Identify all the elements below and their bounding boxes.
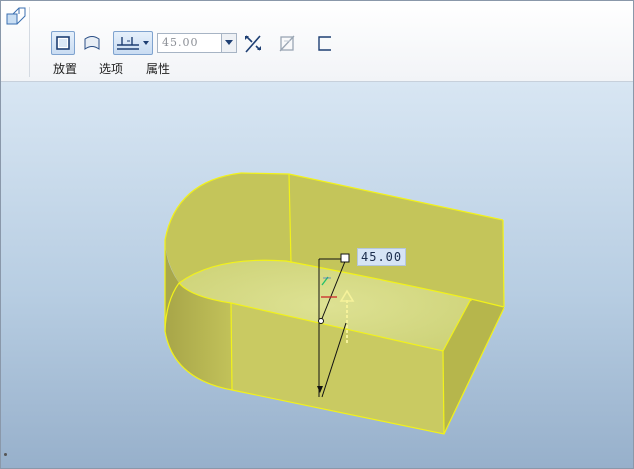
feature-dashboard: 45.00 放置 选项 属性: [1, 1, 633, 82]
tab-placement[interactable]: 放置: [53, 61, 77, 77]
model-canvas[interactable]: [1, 82, 633, 468]
angle-dropdown-button[interactable]: [221, 34, 236, 52]
remove-material-button[interactable]: [277, 31, 297, 55]
flip-direction-button[interactable]: [243, 31, 263, 55]
tab-options[interactable]: 选项: [99, 61, 123, 77]
angle-value[interactable]: 45.00: [158, 34, 221, 52]
dropdown-icon[interactable]: [142, 32, 150, 54]
status-indicator: [4, 453, 7, 456]
chevron-down-icon: [225, 40, 233, 45]
extruded-model[interactable]: [164, 172, 505, 435]
thicken-icon: [318, 36, 331, 51]
through-all-button[interactable]: [113, 31, 153, 55]
angle-dimension-label[interactable]: 45.00: [357, 248, 407, 266]
thicken-button[interactable]: [315, 31, 335, 55]
solid-button[interactable]: [51, 31, 75, 55]
graphics-viewport[interactable]: 45.00: [1, 82, 633, 468]
surface-button[interactable]: [81, 31, 103, 55]
surface-icon: [84, 36, 100, 50]
remove-material-icon: [279, 35, 295, 52]
feature-icon: [6, 7, 26, 25]
solid-icon: [56, 36, 70, 50]
angle-input[interactable]: 45.00: [157, 33, 237, 53]
pivot-handle: [318, 318, 324, 324]
dimension-drag-handle: [340, 253, 350, 263]
window-frame: 45.00 放置 选项 属性 45.00: [0, 0, 634, 469]
tab-properties[interactable]: 属性: [146, 61, 170, 77]
flip-direction-icon: [245, 35, 261, 53]
dashboard-divider: [29, 7, 30, 77]
